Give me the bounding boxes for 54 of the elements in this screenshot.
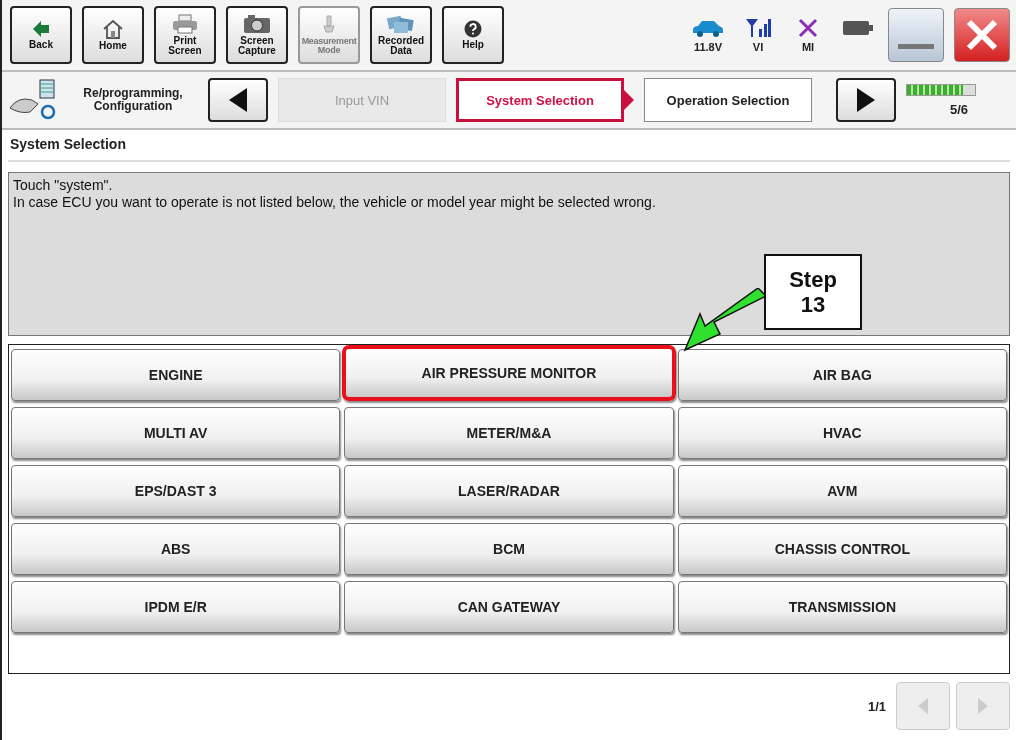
battery-icon <box>843 19 873 36</box>
toolbar-button[interactable]: Help <box>442 6 504 64</box>
next-step-button[interactable] <box>836 78 896 122</box>
reprogramming-icon <box>8 78 58 122</box>
right-triangle-icon <box>855 87 877 113</box>
message-text: Touch "system". <box>13 177 114 194</box>
toolbar-button[interactable]: Recorded Data <box>370 6 432 64</box>
toolbar-button[interactable]: Screen Capture <box>226 6 288 64</box>
step-callout: Step 13 <box>764 254 862 330</box>
system-button[interactable]: CHASSIS CONTROL <box>677 523 1007 575</box>
system-button[interactable]: IPDM E/R <box>11 581 341 633</box>
status-label: MI <box>801 40 815 53</box>
progress-text: 5/6 <box>949 101 968 117</box>
folders-icon <box>386 13 416 34</box>
system-button[interactable]: AIR BAG <box>677 349 1007 401</box>
system-button[interactable]: ABS <box>11 523 341 575</box>
left-triangle-icon <box>917 697 929 715</box>
system-button[interactable]: METER/M&A <box>344 407 674 459</box>
toolbar-button[interactable]: Print Screen <box>154 6 216 64</box>
mode-label: Re/programming, Configuration <box>82 86 184 114</box>
house-icon <box>102 18 124 39</box>
previous-step-button[interactable] <box>208 78 268 122</box>
system-button[interactable]: BCM <box>344 523 674 575</box>
step-pointer-icon <box>624 90 634 110</box>
section-title: System Selection <box>8 134 1010 162</box>
help-icon <box>464 19 482 38</box>
system-button[interactable]: TRANSMISSION <box>677 581 1007 633</box>
system-button[interactable]: AVM <box>677 465 1007 517</box>
back-arrow-icon <box>32 19 50 38</box>
close-icon <box>965 18 999 52</box>
progress-bar <box>906 83 976 96</box>
left-triangle-icon <box>227 87 249 113</box>
minimize-button[interactable] <box>888 8 944 62</box>
printer-icon <box>171 13 199 34</box>
toolbar-button[interactable]: Back <box>10 6 72 64</box>
system-button[interactable]: CAN GATEWAY <box>344 581 674 633</box>
system-button[interactable]: ENGINE <box>11 349 341 401</box>
camera-icon <box>243 13 271 34</box>
right-triangle-icon <box>977 697 989 715</box>
signal-icon <box>745 17 771 38</box>
message-text: In case ECU you want to operate is not listed below, the vehicle or model year might be selected wrong. <box>13 193 657 211</box>
system-button[interactable]: EPS/DAST 3 <box>11 465 341 517</box>
status-label: VI <box>752 40 764 53</box>
toolbar-button[interactable]: Home <box>82 6 144 64</box>
cross-icon <box>798 17 818 38</box>
system-button[interactable]: MULTI AV <box>11 407 341 459</box>
step-tab[interactable]: System Selection <box>456 78 624 122</box>
system-button[interactable]: LASER/RADAR <box>344 465 674 517</box>
close-button[interactable] <box>954 8 1010 62</box>
step-tab[interactable]: Operation Selection <box>644 78 812 122</box>
system-button[interactable]: HVAC <box>677 407 1007 459</box>
status-label: 11.8V <box>693 40 723 53</box>
system-button[interactable]: AIR PRESSURE MONITOR <box>342 345 676 401</box>
page-indicator: 1/1 <box>867 698 886 714</box>
